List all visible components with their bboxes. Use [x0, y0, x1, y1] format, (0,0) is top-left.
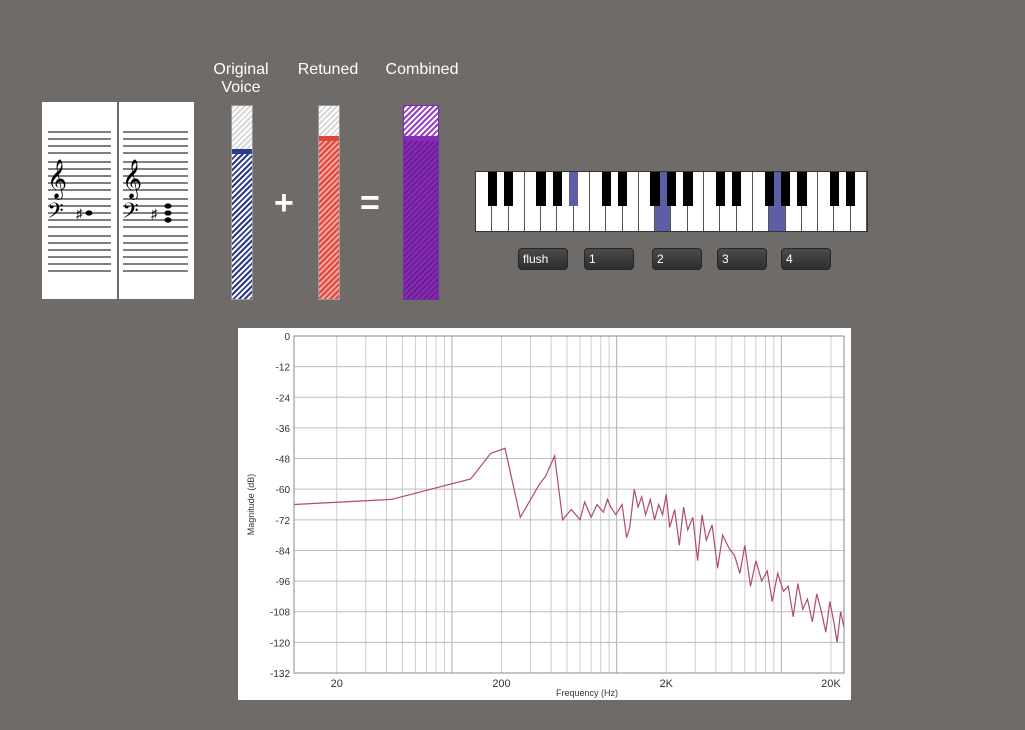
y-tick-label: -72: [276, 516, 291, 527]
piano-black-key[interactable]: [780, 172, 791, 206]
bass-clef-icon: 𝄢: [122, 198, 139, 228]
staff-panel-retuned: 𝄞 𝄢 ♯: [119, 102, 194, 299]
sharp-icon: ♯: [151, 206, 158, 221]
x-tick-label: 20K: [821, 678, 841, 690]
y-tick-label: -48: [276, 455, 291, 466]
y-tick-label: -120: [270, 638, 290, 649]
piano-black-key[interactable]: [487, 172, 497, 206]
piano-black-key[interactable]: [764, 172, 774, 206]
meter-fill: [319, 139, 339, 299]
y-tick-label: -96: [276, 577, 291, 588]
piano-black-key[interactable]: [666, 172, 677, 206]
y-tick-label: -60: [276, 485, 291, 496]
plus-operator: +: [274, 184, 294, 222]
note-head: [164, 217, 172, 223]
y-tick-label: 0: [284, 332, 290, 343]
x-tick-label: 20: [331, 678, 343, 690]
meter-fill: [404, 139, 438, 299]
spectrum-chart: 0 -12 -24 -36 -48 -60 -72 -84 -96 -108 -120 -132 20 2…: [238, 328, 851, 700]
preset-4-button[interactable]: 4: [781, 248, 831, 270]
piano-black-key[interactable]: [683, 172, 693, 206]
grand-staff-retuned: 𝄞 𝄢 ♯: [122, 131, 188, 272]
flush-button[interactable]: flush: [518, 248, 568, 270]
piano-keyboard[interactable]: [475, 171, 868, 232]
piano-black-key[interactable]: [715, 172, 726, 206]
grand-staff-original: 𝄞 𝄢 ♯: [47, 131, 111, 272]
meter-level-cap: [232, 149, 252, 154]
y-tick-label: -84: [276, 546, 291, 557]
bass-clef-icon: 𝄢: [47, 198, 64, 228]
piano-black-key[interactable]: [569, 172, 579, 206]
combined-label: Combined: [385, 61, 459, 78]
x-axis-label: Frequency (Hz): [556, 688, 618, 698]
piano-black-key[interactable]: [845, 172, 856, 206]
treble-clef-icon: 𝄞: [47, 160, 67, 200]
piano-black-key[interactable]: [797, 172, 807, 206]
piano-black-key[interactable]: [731, 172, 742, 206]
preset-2-button[interactable]: 2: [652, 248, 702, 270]
meter-level-cap: [404, 136, 438, 141]
retuned-meter: [318, 105, 340, 300]
staff-panel-original: 𝄞 𝄢 ♯: [42, 102, 117, 299]
note-head: [164, 210, 172, 216]
piano-black-key[interactable]: [617, 172, 628, 206]
meter-fill: [232, 152, 252, 299]
combined-meter: [403, 105, 439, 300]
piano-black-key[interactable]: [650, 172, 660, 206]
sharp-icon: ♯: [76, 206, 83, 221]
y-tick-label: -12: [276, 363, 291, 374]
piano-black-key[interactable]: [601, 172, 612, 206]
y-tick-label: -108: [270, 608, 290, 619]
preset-1-button[interactable]: 1: [584, 248, 634, 270]
piano-black-key[interactable]: [536, 172, 546, 206]
spectrum-plot: 0 -12 -24 -36 -48 -60 -72 -84 -96 -108 -120 -132 20 2…: [246, 332, 845, 698]
equals-operator: =: [360, 184, 380, 222]
y-tick-label: -36: [276, 424, 291, 435]
y-axis-label: Magnitude (dB): [246, 474, 256, 536]
piano-black-key[interactable]: [829, 172, 840, 206]
y-tick-label: -24: [276, 393, 291, 404]
plot-frame: [293, 335, 845, 674]
spectrum-line: [293, 447, 845, 643]
y-tick-label: -132: [270, 669, 290, 680]
original-voice-meter: [231, 105, 253, 300]
preset-3-button[interactable]: 3: [717, 248, 767, 270]
note-head: [85, 210, 93, 216]
original-voice-label: Original Voice: [213, 61, 269, 96]
x-tick-label: 200: [492, 678, 510, 690]
x-tick-label: 2K: [659, 678, 673, 690]
retuned-label: Retuned: [297, 61, 359, 78]
meter-level-cap: [319, 136, 339, 141]
piano-black-key[interactable]: [503, 172, 514, 206]
note-head: [164, 203, 172, 209]
treble-clef-icon: 𝄞: [122, 160, 142, 200]
piano-black-key[interactable]: [552, 172, 563, 206]
